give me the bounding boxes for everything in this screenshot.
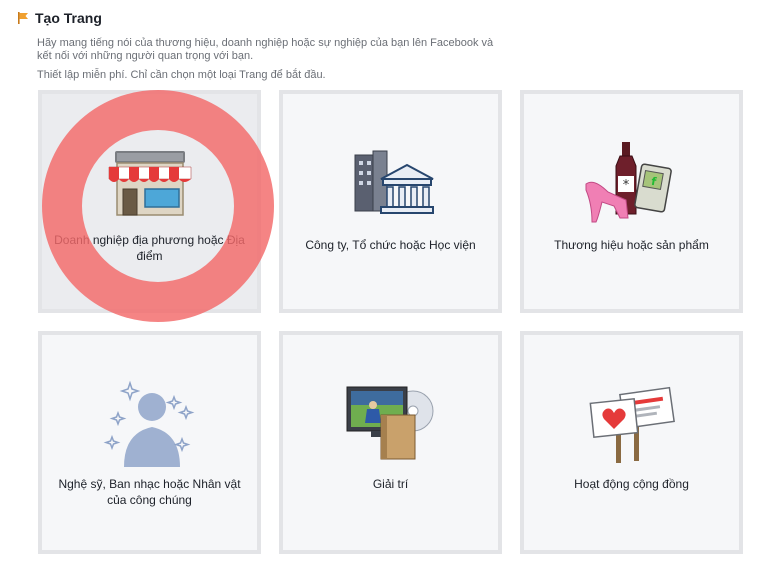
page-subdescription: Thiết lập miễn phí. Chỉ cần chọn một loạ… [37,69,326,81]
category-label: Giải trí [372,477,409,491]
category-card-public-figure[interactable]: Nghệ sỹ, Ban nhạc hoặc Nhân vật của công… [38,331,261,554]
entertainment-icon [343,383,439,470]
flag-icon [18,12,28,24]
category-label: Hoạt động cộng đồng [574,477,689,491]
category-label: Công ty, Tổ chức hoặc Học viện [305,238,476,252]
storefront-icon [105,149,195,226]
brand-products-icon: * f [584,138,680,229]
office-buildings-icon [345,149,437,224]
category-label: Thương hiệu hoặc sản phẩm [554,238,709,252]
page-title: Tạo Trang [35,10,102,26]
category-label: Nghệ sỹ, Ban nhạc hoặc Nhân vật của công… [58,477,241,507]
page-header: Tạo Trang Hãy mang tiếng nói của thương … [16,10,507,82]
public-figure-icon [102,377,198,474]
category-card-entertainment[interactable]: Giải trí [279,331,502,554]
category-card-local-business[interactable]: Doanh nghiệp địa phương hoặc Địa điểm [38,90,261,313]
category-card-company[interactable]: Công ty, Tổ chức hoặc Học viện [279,90,502,313]
svg-text:*: * [622,178,629,193]
category-card-brand[interactable]: * f Thương hiệu hoặc sản phẩm [520,90,743,313]
category-label: Doanh nghiệp địa phương hoặc Địa điểm [54,233,245,263]
protest-signs-icon [586,385,678,470]
page-description: Hãy mang tiếng nói của thương hiệu, doan… [37,37,494,62]
category-card-community[interactable]: Hoạt động cộng đồng [520,331,743,554]
